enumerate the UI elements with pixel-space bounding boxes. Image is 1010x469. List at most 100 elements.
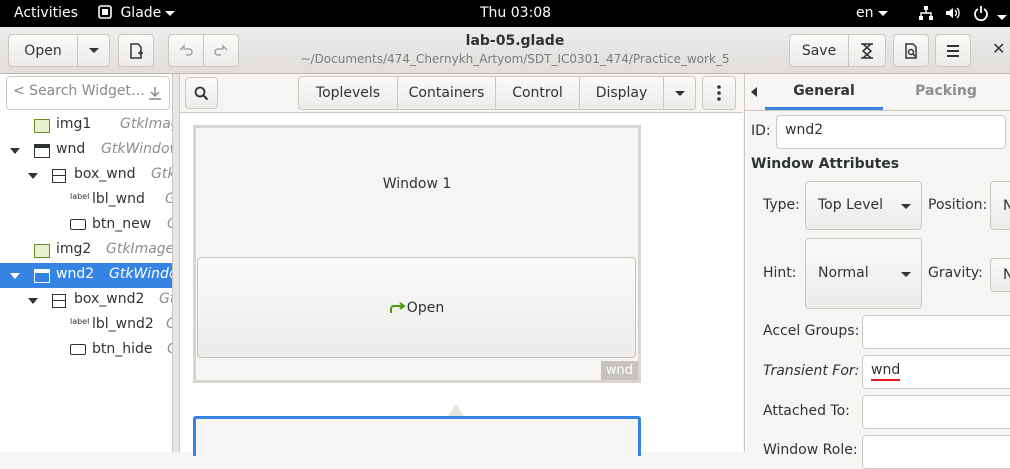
expander-icon[interactable] (28, 298, 38, 304)
tree-row-type: GtkButton (167, 216, 172, 232)
hint-label: Hint: (763, 265, 797, 281)
expander-icon[interactable] (10, 273, 20, 279)
system-top-bar: Activities Glade Thu 03:08 en (0, 0, 1010, 27)
window-preview-wnd2[interactable] (193, 416, 641, 456)
undo-button[interactable] (168, 34, 204, 67)
save-button-label: Save (801, 42, 837, 59)
redo-icon (214, 43, 228, 56)
image-icon (34, 119, 50, 133)
tree-row-box-wnd2[interactable]: box_wnd2 GtkBox (0, 288, 172, 313)
tree-row-name: box_wnd (74, 166, 136, 182)
window-name-tag: wnd (600, 361, 638, 380)
tree-row-img2[interactable]: img2 GtkImage (0, 238, 172, 263)
tab-packing[interactable]: Packing (891, 74, 1001, 110)
gravity-dropdown-value: N (1003, 267, 1010, 283)
system-status-menu[interactable] (918, 5, 1008, 25)
hint-dropdown[interactable]: Normal (805, 238, 922, 309)
open-recent-button[interactable] (78, 34, 110, 67)
tree-row-name: btn_hide (92, 341, 153, 357)
tree-row-img1[interactable]: img1 GtkImage (0, 113, 172, 138)
palette-menu-button[interactable] (702, 76, 736, 110)
tree-row-btn-new[interactable]: btn_new GtkButton (0, 213, 172, 238)
tree-row-lbl-wnd[interactable]: label lbl_wnd GtkLabel (0, 188, 172, 213)
tab-display[interactable]: Display (580, 76, 664, 110)
tab-control[interactable]: Control (496, 76, 580, 110)
tree-row-name: lbl_wnd2 (92, 316, 154, 332)
tree-row-wnd[interactable]: wnd GtkWindow (0, 138, 172, 163)
window-subtitle: ~/Documents/474_Chernykh_Artyom/SDT_IC03… (300, 52, 730, 66)
transient-for-label: Transient For: (763, 363, 860, 379)
tree-row-name: lbl_wnd (92, 191, 145, 207)
tree-row-type: GtkLabel (165, 191, 172, 207)
download-icon[interactable] (147, 85, 163, 101)
window-icon (34, 144, 50, 158)
tree-row-name: btn_new (92, 216, 152, 232)
tree-row-type: GtkButton (167, 341, 172, 357)
activities-button[interactable]: Activities (14, 5, 78, 21)
expander-icon[interactable] (10, 148, 20, 154)
open-widget-button[interactable]: Open (197, 257, 636, 358)
hint-dropdown-value: Normal (818, 265, 869, 281)
save-button[interactable]: Save (789, 34, 849, 67)
button-icon (70, 219, 86, 230)
input-source-menu[interactable]: en (856, 5, 888, 21)
palette-search-button[interactable] (185, 77, 218, 109)
chevron-down-icon (88, 48, 99, 53)
tab-toplevels-label: Toplevels (315, 85, 381, 101)
pane-separator[interactable] (173, 74, 180, 452)
accel-groups-field[interactable] (862, 315, 1010, 349)
close-window-button[interactable]: ✕ (992, 39, 1010, 59)
type-dropdown[interactable]: Top Level (805, 181, 922, 230)
close-icon: ✕ (992, 39, 1006, 58)
save-as-button[interactable] (849, 34, 886, 67)
tree-row-name: img2 (56, 241, 92, 257)
property-tabs: General Packing (745, 74, 1010, 111)
tab-toplevels[interactable]: Toplevels (298, 76, 398, 110)
palette-more-button[interactable] (664, 76, 696, 110)
tree-row-wnd2[interactable]: wnd2 GtkWindow (0, 263, 172, 288)
position-label: Position: (928, 197, 988, 213)
clock[interactable]: Thu 03:08 (480, 5, 551, 21)
tab-containers[interactable]: Containers (398, 76, 496, 110)
tree-row-btn-hide[interactable]: btn_hide GtkButton (0, 338, 172, 363)
tree-row-box-wnd[interactable]: box_wnd GtkBox (0, 163, 172, 188)
properties-panel: General Packing ID: wnd2 Window Attribut… (744, 74, 1010, 469)
header-bar: Open lab-05.glade ~/Documents/474_Cherny… (0, 27, 1010, 74)
button-icon (70, 344, 86, 355)
expander-icon[interactable] (28, 173, 38, 179)
open-arrow-icon (389, 301, 406, 313)
transient-for-value: wnd (871, 362, 901, 381)
tab-containers-label: Containers (408, 85, 485, 101)
kebab-menu-icon (717, 85, 721, 101)
window-role-field[interactable] (862, 435, 1010, 469)
id-field[interactable]: wnd2 (776, 115, 1006, 149)
tree-row-type: GtkBox (159, 291, 172, 307)
tab-display-label: Display (595, 85, 648, 101)
position-dropdown[interactable]: N (990, 181, 1010, 230)
tree-row-lbl-wnd2[interactable]: label lbl_wnd2 GtkLabel (0, 313, 172, 338)
main-menu-button[interactable] (935, 34, 971, 67)
redo-button[interactable] (204, 34, 239, 67)
open-button[interactable]: Open (8, 34, 78, 67)
hamburger-menu-icon (947, 44, 959, 57)
type-dropdown-value: Top Level (818, 197, 884, 213)
tree-row-name: img1 (56, 116, 92, 132)
tree-row-type: GtkImage (106, 241, 172, 257)
app-menu-label: Glade (120, 5, 162, 21)
attached-to-field[interactable] (862, 395, 1010, 429)
widget-tree: img1 GtkImage wnd GtkWindow box_wnd GtkB… (0, 112, 172, 452)
preview-button[interactable] (893, 34, 929, 67)
search-widget-input[interactable]: < Search Widget… (6, 76, 170, 110)
tab-scroll-left-icon[interactable] (751, 87, 757, 97)
new-project-button[interactable] (118, 34, 154, 67)
window-preview-wnd[interactable]: Window 1 Open wnd (193, 125, 641, 383)
gravity-dropdown[interactable]: N (990, 258, 1010, 292)
image-icon (34, 244, 50, 258)
tab-general[interactable]: General (765, 74, 883, 110)
chevron-down-icon (165, 10, 176, 16)
language-label: en (856, 5, 874, 21)
chevron-down-icon (901, 272, 911, 277)
app-menu[interactable]: Glade (98, 5, 176, 21)
new-document-icon (130, 42, 143, 59)
transient-for-field[interactable]: wnd (862, 355, 1010, 389)
